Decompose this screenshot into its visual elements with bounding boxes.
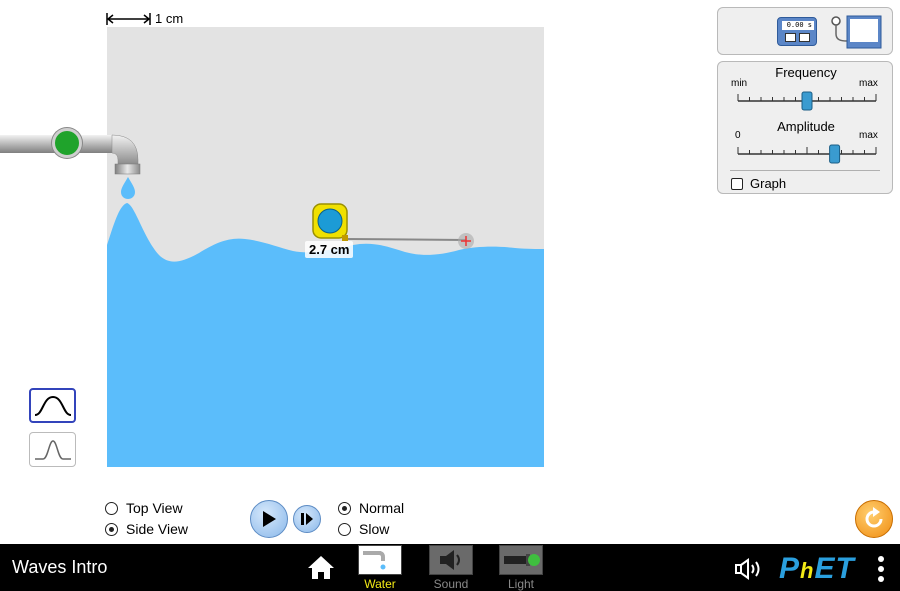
radio-indicator <box>105 501 118 515</box>
screen-label-light: Light <box>507 577 535 591</box>
sine-wave-icon <box>34 395 71 416</box>
radio-indicator <box>105 522 118 536</box>
side-view-radio[interactable]: Side View <box>105 521 188 537</box>
amplitude-slider-thumb[interactable] <box>829 144 841 164</box>
screen-button-light[interactable] <box>499 545 543 575</box>
frequency-max-label: max <box>859 78 878 89</box>
tape-measure-readout: 2.7 cm <box>305 241 354 258</box>
vertical-dots-icon <box>878 556 884 582</box>
home-icon <box>308 556 334 579</box>
laser-screen-icon <box>504 554 540 566</box>
top-view-radio[interactable]: Top View <box>105 500 183 516</box>
frequency-slider[interactable] <box>736 90 878 112</box>
checkbox-box <box>731 177 743 190</box>
screen-button-water[interactable] <box>358 545 402 575</box>
amplitude-max-label: max <box>859 130 878 141</box>
slow-speed-label: Slow <box>359 521 390 537</box>
screen-label-water: Water <box>364 577 396 591</box>
tape-measure-end-handle[interactable] <box>458 233 474 249</box>
speaker-screen-icon <box>440 550 460 570</box>
scale-indicator-bar <box>106 12 152 26</box>
slow-speed-radio[interactable]: Slow <box>338 521 389 537</box>
play-button[interactable] <box>250 500 288 538</box>
pulse-icon <box>34 439 71 460</box>
graph-checkbox[interactable]: Graph <box>731 176 786 191</box>
phet-logo[interactable]: PhET <box>779 552 855 586</box>
step-forward-icon <box>301 513 313 525</box>
scale-label: 1 cm <box>155 11 184 26</box>
wave-controls-panel: Frequency min max Amplitude 0 max <box>717 61 893 194</box>
top-view-label: Top View <box>126 500 183 516</box>
faucet-button[interactable] <box>52 128 82 158</box>
normal-speed-label: Normal <box>359 500 405 516</box>
side-view-label: Side View <box>126 521 189 537</box>
reset-all-button[interactable] <box>855 500 893 538</box>
radio-indicator <box>338 522 351 536</box>
amplitude-slider[interactable] <box>736 143 878 165</box>
sound-toggle-button[interactable] <box>734 557 764 581</box>
amplitude-min-label: 0 <box>735 130 741 141</box>
normal-speed-radio[interactable]: Normal <box>338 500 404 516</box>
frequency-slider-thumb[interactable] <box>801 91 813 111</box>
panel-divider <box>730 170 880 171</box>
stopwatch-readout: 0.00 s <box>782 21 814 30</box>
water-screen-icon <box>363 551 386 570</box>
stopwatch-icon[interactable]: 0.00 s <box>777 17 817 46</box>
sim-title: Waves Intro <box>12 557 108 577</box>
options-menu-button[interactable] <box>875 555 887 583</box>
continuous-wave-button[interactable] <box>29 388 76 423</box>
pulse-wave-button[interactable] <box>29 432 76 467</box>
frequency-min-label: min <box>731 78 748 89</box>
reset-icon <box>865 507 883 528</box>
screen-label-sound: Sound <box>433 577 469 591</box>
screen-button-sound[interactable] <box>429 545 473 575</box>
wave-meter-icon[interactable] <box>827 14 883 50</box>
home-button[interactable] <box>306 554 336 580</box>
graph-label: Graph <box>750 176 787 191</box>
play-icon <box>263 511 276 527</box>
radio-indicator <box>338 501 351 515</box>
speaker-icon <box>735 558 760 580</box>
step-forward-button[interactable] <box>293 505 321 533</box>
